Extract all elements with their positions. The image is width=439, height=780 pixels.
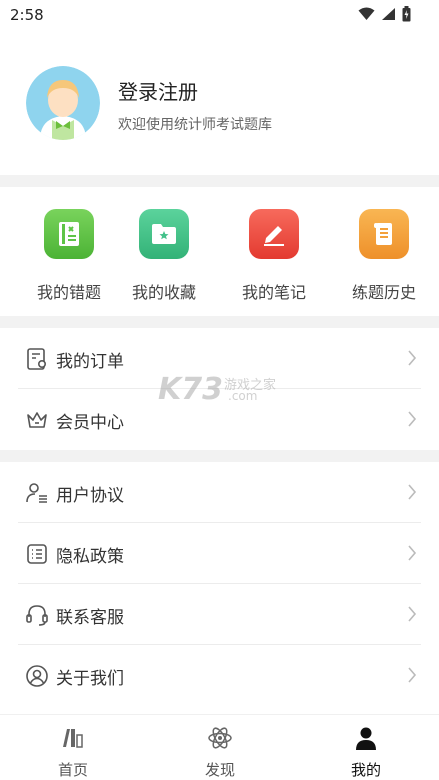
favorites-folder-icon	[139, 209, 189, 259]
about-user-icon	[26, 665, 48, 687]
status-icons	[358, 6, 411, 22]
quick-item-favorites[interactable]: 我的收藏	[109, 209, 219, 303]
menu-item-user-agreement[interactable]: 用户协议	[0, 462, 439, 523]
watermark-url: .com	[228, 389, 258, 403]
status-bar: 2:58	[0, 0, 439, 30]
menu-label-about: 关于我们	[56, 669, 124, 689]
bottom-tab-bar: 首页 发现 我的	[0, 714, 439, 780]
wifi-icon	[358, 7, 375, 20]
section-gap	[0, 175, 439, 187]
notes-pen-icon	[249, 209, 299, 259]
welcome-subtitle: 欢迎使用统计师考试题库	[118, 117, 272, 133]
battery-icon	[402, 6, 411, 22]
quick-actions: 我的错题 我的收藏 我的笔记 练题历史	[0, 187, 439, 316]
menu-label-privacy: 隐私政策	[56, 547, 124, 567]
section-gap	[0, 450, 439, 462]
status-time: 2:58	[10, 6, 44, 24]
order-icon	[27, 348, 47, 370]
quick-item-mistakes[interactable]: 我的错题	[14, 209, 124, 303]
tab-label-profile: 我的	[350, 761, 381, 779]
menu-label-customer-service: 联系客服	[56, 608, 124, 628]
tab-label-discover: 发现	[204, 761, 235, 779]
chevron-right-icon	[408, 545, 417, 561]
quick-label-favorites: 我的收藏	[131, 283, 196, 302]
login-register-title[interactable]: 登录注册	[118, 76, 198, 105]
quick-label-history: 练题历史	[351, 283, 416, 302]
mistakes-book-icon	[44, 209, 94, 259]
chevron-right-icon	[408, 350, 417, 366]
chevron-right-icon	[408, 411, 417, 427]
quick-item-notes[interactable]: 我的笔记	[219, 209, 329, 303]
chevron-right-icon	[408, 606, 417, 622]
watermark-main: K73	[158, 372, 223, 407]
tab-discover[interactable]: 发现	[170, 725, 270, 780]
menu-label-orders: 我的订单	[56, 352, 124, 372]
profile-header[interactable]: 登录注册 欢迎使用统计师考试题库	[0, 30, 439, 175]
menu-label-user-agreement: 用户协议	[56, 486, 124, 506]
menu-label-membership: 会员中心	[56, 413, 124, 433]
k73-watermark: K73 游戏之家 .com	[158, 372, 288, 407]
quick-item-history[interactable]: 练题历史	[329, 209, 439, 303]
menu-item-customer-service[interactable]: 联系客服	[0, 584, 439, 645]
profile-person-icon	[356, 727, 376, 750]
signal-icon	[382, 8, 395, 20]
tab-label-home: 首页	[57, 761, 88, 779]
privacy-list-icon	[27, 544, 47, 564]
home-books-icon	[63, 729, 83, 748]
tab-home[interactable]: 首页	[23, 725, 123, 780]
chevron-right-icon	[408, 667, 417, 683]
crown-icon	[27, 412, 47, 428]
discover-atom-icon	[208, 727, 232, 749]
chevron-right-icon	[408, 484, 417, 500]
menu-item-privacy[interactable]: 隐私政策	[0, 523, 439, 584]
headset-icon	[26, 605, 48, 626]
tab-profile[interactable]: 我的	[316, 725, 416, 780]
avatar[interactable]	[26, 66, 100, 140]
menu-group-info: 用户协议 隐私政策 联系客服 关于我们	[0, 462, 439, 706]
section-gap	[0, 316, 439, 328]
quick-label-notes: 我的笔记	[241, 283, 306, 302]
menu-item-about[interactable]: 关于我们	[0, 645, 439, 706]
user-agreement-icon	[26, 483, 47, 503]
quick-label-mistakes: 我的错题	[36, 283, 101, 302]
history-scroll-icon	[359, 209, 409, 259]
